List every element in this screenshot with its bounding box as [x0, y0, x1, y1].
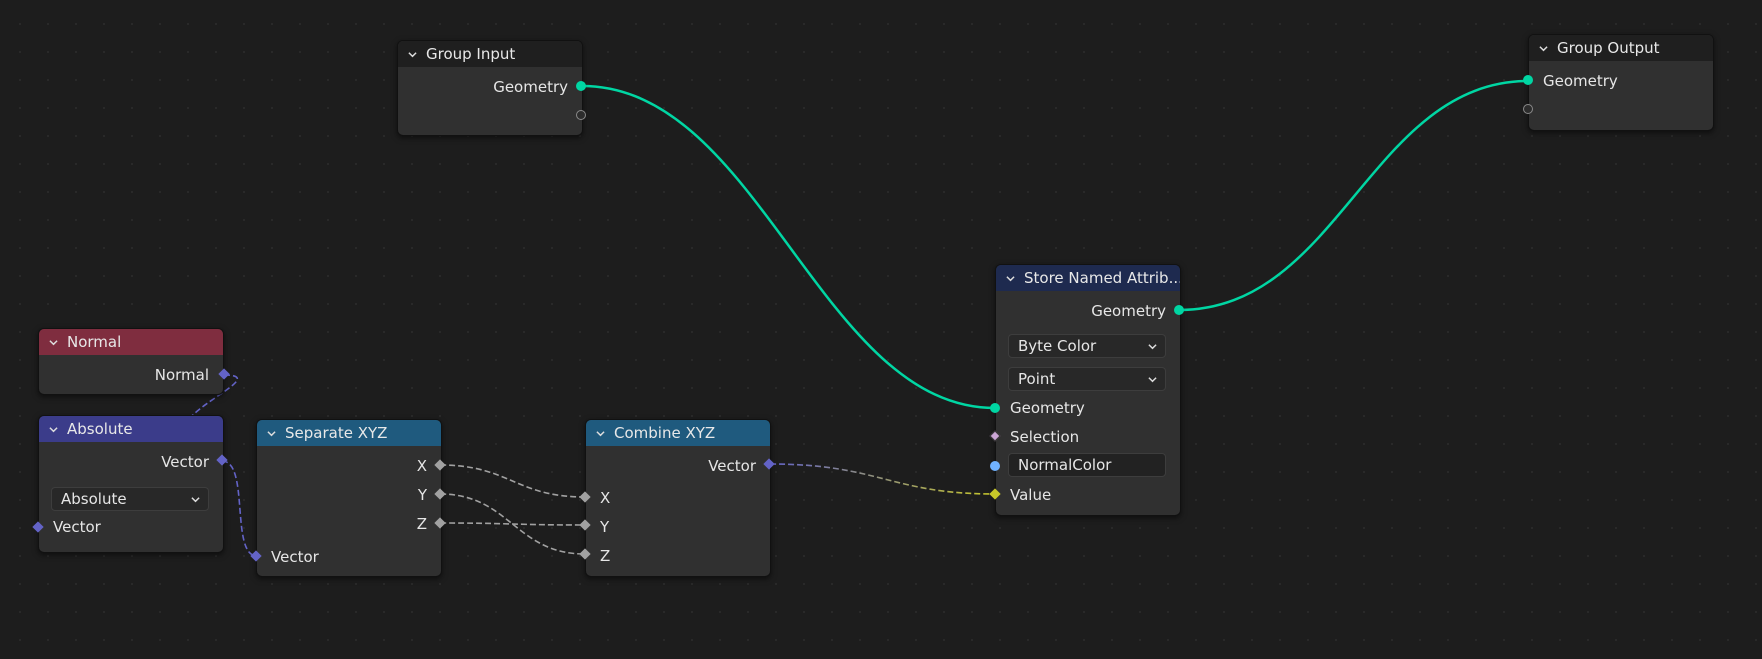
- socket-label: Normal: [154, 366, 209, 384]
- chevron-down-icon[interactable]: [408, 50, 417, 59]
- attribute-name-field[interactable]: NormalColor: [1008, 453, 1166, 477]
- chevron-down-icon[interactable]: [1006, 274, 1015, 283]
- group-output-node[interactable]: Group Output Geometry: [1528, 34, 1714, 131]
- chevron-down-icon: [1148, 342, 1157, 351]
- socket-label: Vector: [161, 453, 209, 471]
- dropdown-value: Byte Color: [1018, 337, 1097, 355]
- separate-xyz-node[interactable]: Separate XYZ X Y Z Vector: [256, 419, 442, 577]
- link-z-to-y: [439, 522, 586, 526]
- domain-dropdown[interactable]: Point: [1008, 367, 1166, 391]
- socket-label: Vector: [271, 548, 319, 566]
- node-title: Combine XYZ: [614, 424, 716, 442]
- socket-label: Y: [600, 518, 610, 536]
- node-header[interactable]: Store Named Attrib...: [996, 265, 1180, 291]
- socket-label: Z: [416, 515, 427, 533]
- store-named-attribute-node[interactable]: Store Named Attrib... Geometry Byte Colo…: [995, 264, 1181, 516]
- group-input-node[interactable]: Group Input Geometry: [397, 40, 583, 136]
- socket-label: Geometry: [1543, 72, 1618, 90]
- dropdown-value: Absolute: [61, 490, 127, 508]
- empty-output-socket[interactable]: [576, 110, 586, 120]
- link-x-to-x: [439, 464, 586, 498]
- socket-label: Y: [417, 486, 427, 504]
- chevron-down-icon[interactable]: [1539, 44, 1548, 53]
- link-group-input-to-store: [581, 84, 996, 410]
- chevron-down-icon: [1148, 375, 1157, 384]
- vector-math-absolute-node[interactable]: Absolute Vector Absolute Vector: [38, 415, 224, 553]
- node-header[interactable]: Combine XYZ: [586, 420, 770, 446]
- link-combine-to-value: [769, 463, 996, 495]
- chevron-down-icon[interactable]: [267, 429, 276, 438]
- socket-label: Value: [1010, 486, 1052, 504]
- link-store-to-group-output: [1178, 79, 1530, 312]
- geometry-input-socket[interactable]: [1523, 75, 1533, 85]
- dropdown-value: Point: [1018, 370, 1056, 388]
- socket-label: Vector: [708, 457, 756, 475]
- empty-input-socket[interactable]: [1523, 104, 1533, 114]
- socket-label: Selection: [1010, 428, 1080, 446]
- field-value: NormalColor: [1018, 456, 1112, 474]
- socket-label: Vector: [53, 518, 101, 536]
- data-type-dropdown[interactable]: Byte Color: [1008, 334, 1166, 358]
- name-input-socket[interactable]: [990, 461, 1000, 471]
- normal-node[interactable]: Normal Normal: [38, 328, 224, 395]
- geometry-output-socket[interactable]: [1174, 305, 1184, 315]
- node-header[interactable]: Absolute: [39, 416, 223, 442]
- node-title: Group Output: [1557, 39, 1660, 57]
- node-header[interactable]: Separate XYZ: [257, 420, 441, 446]
- link-absolute-to-separate: [221, 460, 258, 557]
- socket-label: Geometry: [1010, 399, 1085, 417]
- node-header[interactable]: Group Output: [1529, 35, 1713, 61]
- geometry-output-socket[interactable]: [576, 81, 586, 91]
- chevron-down-icon[interactable]: [596, 429, 605, 438]
- socket-label: X: [600, 489, 611, 507]
- combine-xyz-node[interactable]: Combine XYZ Vector X Y Z: [585, 419, 771, 577]
- node-header[interactable]: Normal: [39, 329, 223, 355]
- chevron-down-icon: [191, 495, 200, 504]
- socket-label: Geometry: [493, 78, 568, 96]
- chevron-down-icon[interactable]: [49, 338, 58, 347]
- node-title: Group Input: [426, 45, 516, 63]
- operation-dropdown[interactable]: Absolute: [51, 487, 209, 511]
- socket-label: X: [416, 457, 427, 475]
- geometry-input-socket[interactable]: [990, 403, 1000, 413]
- chevron-down-icon[interactable]: [49, 425, 58, 434]
- node-title: Absolute: [67, 420, 133, 438]
- socket-label: Z: [600, 547, 611, 565]
- socket-label: Geometry: [1091, 302, 1166, 320]
- node-title: Separate XYZ: [285, 424, 388, 442]
- node-title: Normal: [67, 333, 122, 351]
- node-title: Store Named Attrib...: [1024, 269, 1180, 287]
- node-header[interactable]: Group Input: [398, 41, 582, 67]
